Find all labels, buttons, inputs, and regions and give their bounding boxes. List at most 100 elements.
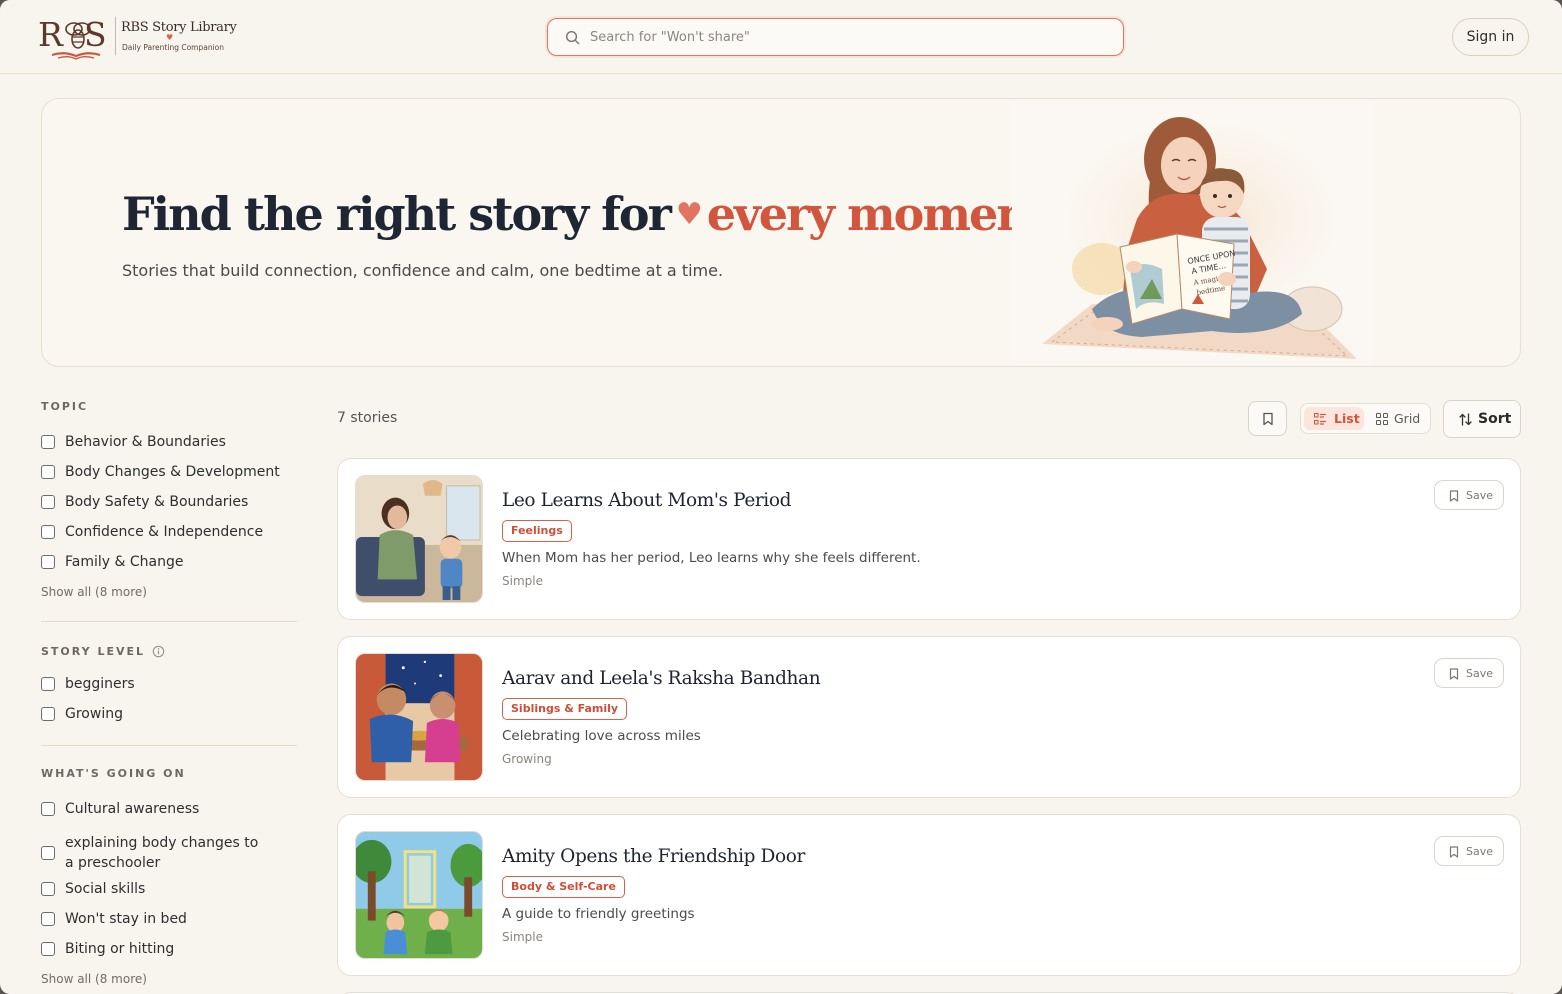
level-option[interactable]: begginers [41, 673, 297, 703]
topic-option[interactable]: Confidence & Independence [41, 521, 297, 551]
story-description: Celebrating love across miles [502, 728, 701, 744]
level-option[interactable]: Growing [41, 703, 297, 733]
situation-option[interactable]: Social skills [41, 878, 297, 908]
situation-option[interactable]: Cultural awareness [41, 798, 297, 828]
story-card[interactable]: Amity Opens the Friendship Door Body & S… [337, 814, 1521, 976]
hero-title: Find the right story for ♥ every moment. [122, 187, 1063, 241]
hero-title-main: Find the right story for [122, 187, 672, 241]
save-button[interactable]: Save [1434, 836, 1504, 866]
sort-button[interactable]: Sort [1443, 400, 1521, 438]
hero-banner: Find the right story for ♥ every moment. S… [41, 98, 1521, 367]
checkbox[interactable] [41, 525, 55, 539]
bookmark-icon [1263, 412, 1273, 426]
checkbox[interactable] [41, 465, 55, 479]
story-level: Simple [502, 574, 543, 588]
bookmark-icon [1449, 846, 1459, 858]
checkbox[interactable] [41, 707, 55, 721]
option-label: Family & Change [65, 554, 184, 570]
logo-divider [115, 17, 116, 55]
logo-mark-icon: R S [38, 15, 107, 60]
story-title[interactable]: Leo Learns About Mom's Period [502, 490, 791, 511]
story-title[interactable]: Amity Opens the Friendship Door [502, 846, 805, 867]
story-level-heading: STORY LEVEL [41, 643, 297, 659]
checkbox[interactable] [41, 846, 55, 860]
option-label: Social skills [65, 881, 146, 897]
story-title[interactable]: Aarav and Leela's Raksha Bandhan [502, 668, 821, 689]
grid-view-button[interactable]: Grid [1369, 407, 1427, 430]
topic-option[interactable]: Body Safety & Boundaries [41, 491, 297, 521]
story-description: A guide to friendly greetings [502, 906, 695, 922]
situation-option[interactable]: explaining body changes to a preschooler [41, 828, 297, 878]
sign-in-button[interactable]: Sign in [1452, 18, 1529, 56]
situation-option[interactable]: Biting or hitting [41, 938, 297, 968]
situation-option[interactable]: Won't stay in bed [41, 908, 297, 938]
brand-logo[interactable]: R S RBS Story Library ♥ Daily Parenting … [38, 13, 237, 61]
option-label: Biting or hitting [65, 941, 175, 957]
checkbox[interactable] [41, 942, 55, 956]
search-icon [565, 30, 580, 45]
sort-arrows-icon [1459, 413, 1472, 426]
filter-sidebar: TOPIC Behavior & Boundaries Body Changes… [41, 400, 297, 986]
brand-title: RBS Story Library [121, 20, 237, 35]
save-button[interactable]: Save [1434, 658, 1504, 688]
topic-option[interactable]: Body Changes & Development [41, 461, 297, 491]
story-thumbnail[interactable] [355, 653, 483, 781]
option-label: Growing [65, 706, 123, 722]
checkbox[interactable] [41, 912, 55, 926]
top-header: R S RBS Story Library ♥ Daily Parenting … [0, 0, 1562, 74]
save-button[interactable]: Save [1434, 480, 1504, 510]
option-label: Won't stay in bed [65, 911, 187, 927]
checkbox[interactable] [41, 435, 55, 449]
search-box[interactable] [547, 18, 1124, 56]
option-label: Cultural awareness [65, 801, 200, 817]
checkbox[interactable] [41, 555, 55, 569]
checkbox[interactable] [41, 677, 55, 691]
app-window: R S RBS Story Library ♥ Daily Parenting … [0, 0, 1562, 994]
checkbox[interactable] [41, 882, 55, 896]
list-view-label: List [1334, 411, 1360, 426]
option-label: Confidence & Independence [65, 524, 264, 540]
checkbox[interactable] [41, 495, 55, 509]
topic-option[interactable]: Behavior & Boundaries [41, 431, 297, 461]
story-tag: Body & Self-Care [502, 876, 625, 898]
option-label: explaining body changes to a preschooler [65, 835, 259, 871]
hero-illustration: ONCE UPON A TIME... A magical bedtime [1012, 99, 1372, 366]
option-label: Body Safety & Boundaries [65, 494, 249, 510]
view-toggle: List Grid [1300, 403, 1431, 434]
save-label: Save [1466, 489, 1494, 502]
option-label: Body Changes & Development [65, 464, 280, 480]
option-label: Behavior & Boundaries [65, 434, 226, 450]
heart-icon: ♥ [675, 197, 703, 232]
story-thumbnail[interactable] [355, 831, 483, 959]
story-level: Simple [502, 930, 543, 944]
story-level-heading-text: STORY LEVEL [41, 644, 146, 658]
list-icon [1314, 413, 1326, 425]
grid-icon [1376, 413, 1388, 425]
brand-subtitle: Daily Parenting Companion [122, 43, 225, 52]
story-tag: Feelings [502, 520, 572, 542]
grid-view-label: Grid [1394, 411, 1421, 426]
option-label: begginers [65, 676, 135, 692]
story-tag: Siblings & Family [502, 698, 628, 720]
topic-show-all-link[interactable]: Show all (8 more) [41, 585, 297, 599]
story-card[interactable]: Aarav and Leela's Raksha Bandhan Sibling… [337, 636, 1521, 798]
info-icon[interactable] [152, 645, 165, 658]
story-level: Growing [502, 752, 552, 766]
story-thumbnail[interactable] [355, 475, 483, 603]
checkbox[interactable] [41, 802, 55, 816]
topic-option[interactable]: Family & Change [41, 551, 297, 581]
situation-show-all-link[interactable]: Show all (8 more) [41, 972, 297, 986]
saved-filter-button[interactable] [1248, 401, 1287, 436]
list-view-button[interactable]: List [1304, 407, 1364, 430]
story-card[interactable]: Leo Learns About Mom's Period Feelings W… [337, 458, 1521, 620]
svg-text:R: R [38, 15, 64, 54]
search-input[interactable] [590, 26, 1110, 48]
sort-label: Sort [1478, 411, 1512, 427]
bookmark-icon [1449, 668, 1459, 680]
story-description: When Mom has her period, Leo learns why … [502, 550, 921, 566]
hero-title-accent: every moment. [706, 187, 1063, 241]
brand-heart-icon: ♥ [166, 33, 174, 42]
hero-subtitle: Stories that build connection, confidenc… [122, 261, 724, 280]
bookmark-icon [1449, 490, 1459, 502]
save-label: Save [1466, 845, 1494, 858]
